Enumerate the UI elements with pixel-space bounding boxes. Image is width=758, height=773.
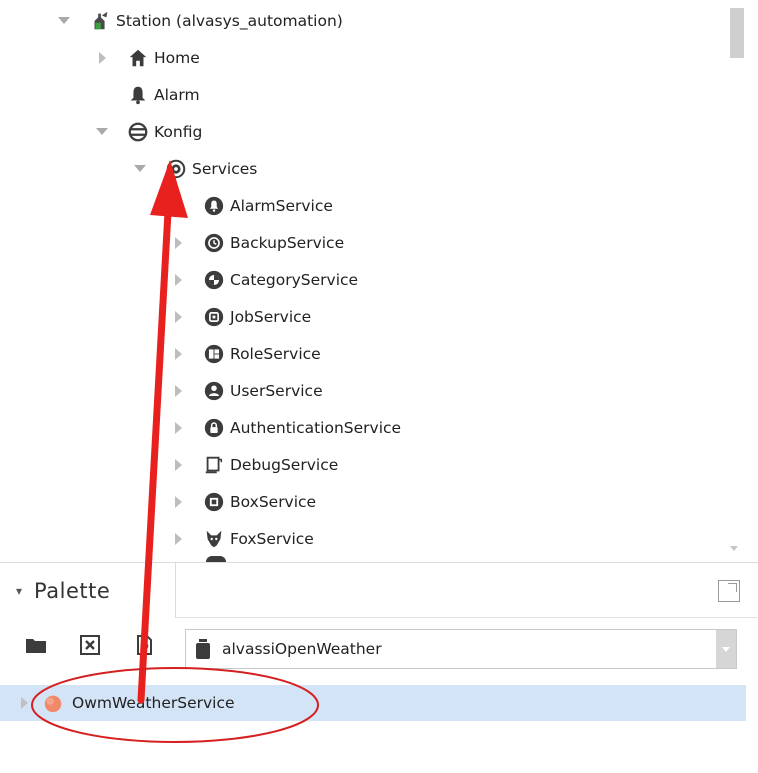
expand-arrow-icon[interactable] (172, 533, 184, 545)
palette-item-owm-weather-service[interactable]: OwmWeatherService (0, 685, 746, 721)
open-palette-button[interactable] (22, 631, 50, 659)
module-selector[interactable]: alvassiOpenWeather (185, 629, 737, 669)
tree-node-label: Services (192, 160, 258, 178)
category-service-icon (202, 268, 226, 292)
tree-node-label: BoxService (230, 493, 317, 511)
bell-icon (126, 83, 150, 107)
tree-node-label: Station (alvasys_automation) (116, 12, 343, 30)
expand-arrow-icon[interactable] (172, 422, 184, 434)
database-icon (126, 120, 150, 144)
tree-node-alarm[interactable]: Alarm (96, 79, 200, 111)
tree-node-home[interactable]: Home (96, 42, 200, 74)
home-icon (126, 46, 150, 70)
folder-icon (26, 639, 46, 653)
dropdown-arrow-icon[interactable] (716, 630, 736, 668)
expand-arrow-icon[interactable] (172, 237, 184, 249)
tree-node-debug-service[interactable]: DebugService (172, 449, 338, 481)
collapse-arrow-icon[interactable] (134, 163, 146, 175)
services-icon (164, 157, 188, 181)
tree-node-label: Konfig (154, 123, 203, 141)
palette-title: Palette (34, 578, 111, 603)
navigation-tree: Station (alvasys_automation) Home Alarm … (0, 0, 758, 562)
lock-service-icon (202, 416, 226, 440)
expand-arrow-icon[interactable] (18, 697, 30, 709)
palette-tabstrip (176, 563, 758, 618)
alarm-service-icon (202, 194, 226, 218)
expand-arrow-icon[interactable] (172, 274, 184, 286)
tree-node-user-service[interactable]: UserService (172, 375, 323, 407)
user-service-icon (202, 379, 226, 403)
tree-node-konfig[interactable]: Konfig (96, 116, 202, 148)
weather-service-icon (42, 692, 64, 714)
station-icon (88, 9, 112, 33)
tree-node-station[interactable]: Station (alvasys_automation) (58, 5, 343, 37)
tree-node-alarm-service[interactable]: AlarmService (172, 190, 333, 222)
debug-service-icon (202, 453, 226, 477)
tree-node-label: CategoryService (230, 271, 359, 289)
collapse-arrow-icon[interactable] (58, 15, 70, 27)
palette-item-label: OwmWeatherService (72, 694, 235, 712)
backup-service-icon (202, 231, 226, 255)
document-refresh-icon (137, 635, 152, 655)
expand-arrow-icon[interactable] (172, 348, 184, 360)
job-service-icon (202, 305, 226, 329)
expand-arrow-icon[interactable] (172, 459, 184, 471)
tree-node-box-service[interactable]: BoxService (172, 486, 316, 518)
expand-arrow-icon[interactable] (172, 496, 184, 508)
expand-arrow-icon[interactable] (172, 385, 184, 397)
close-box-icon (80, 635, 100, 655)
tree-node-label: Home (154, 49, 200, 67)
module-selector-value: alvassiOpenWeather (222, 640, 382, 658)
tree-node-label: RoleService (230, 345, 321, 363)
box-service-icon (202, 490, 226, 514)
tree-node-label: Alarm (154, 86, 200, 104)
jar-module-icon (196, 639, 210, 659)
tree-node-label: FoxService (230, 530, 314, 548)
palette-panel: ▾ Palette alvassiOpenWeather OwmWeatherS… (0, 562, 758, 773)
tree-scrollbar-thumb[interactable] (730, 8, 744, 58)
tree-node-job-service[interactable]: JobService (172, 301, 311, 333)
tree-node-label: AuthenticationService (230, 419, 402, 437)
close-palette-button[interactable] (76, 631, 104, 659)
tree-node-category-service[interactable]: CategoryService (172, 264, 358, 296)
scroll-down-arrow-icon[interactable] (730, 546, 738, 551)
expand-arrow-icon[interactable] (96, 52, 108, 64)
expand-arrow-icon[interactable] (172, 311, 184, 323)
tree-node-label: DebugService (230, 456, 339, 474)
palette-toolbar: alvassiOpenWeather (0, 623, 758, 671)
tree-node-services[interactable]: Services (134, 153, 257, 185)
tree-node-backup-service[interactable]: BackupService (172, 227, 344, 259)
role-service-icon (202, 342, 226, 366)
tree-node-role-service[interactable]: RoleService (172, 338, 321, 370)
tree-node-fox-service[interactable]: FoxService (172, 523, 314, 555)
maximize-icon[interactable] (718, 580, 740, 602)
collapse-arrow-icon[interactable] (96, 126, 108, 138)
tree-node-authentication-service[interactable]: AuthenticationService (172, 412, 401, 444)
refresh-palette-button[interactable] (130, 631, 158, 659)
palette-tab[interactable]: ▾ Palette (0, 563, 176, 618)
tree-node-label: BackupService (230, 234, 345, 252)
tree-node-label: UserService (230, 382, 323, 400)
fox-service-icon (202, 527, 226, 551)
tree-node-label: AlarmService (230, 197, 333, 215)
tree-node-label: JobService (230, 308, 312, 326)
collapse-caret-icon[interactable]: ▾ (16, 584, 22, 598)
